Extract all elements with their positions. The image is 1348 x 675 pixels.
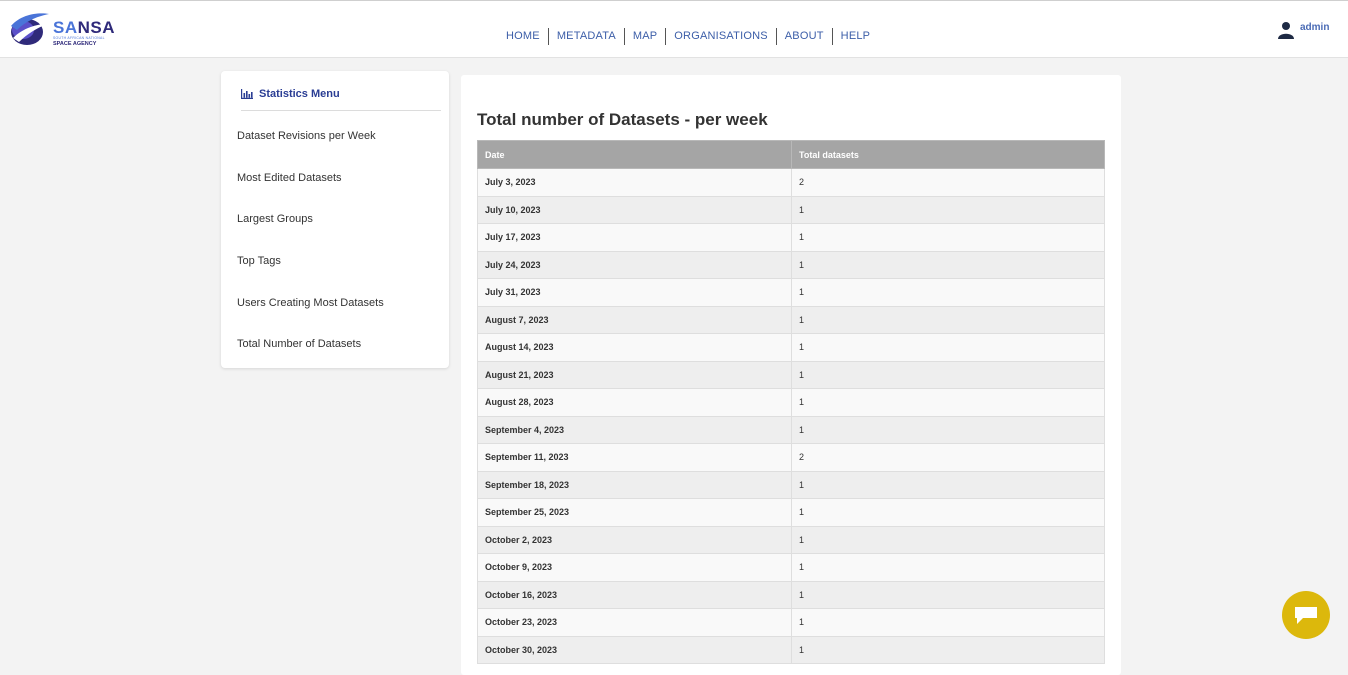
cell-total: 1 (791, 415, 1105, 444)
top-navbar: SANSA SOUTH AFRICAN NATIONAL SPACE AGENC… (0, 0, 1348, 58)
cell-date: October 9, 2023 (477, 553, 792, 582)
chat-bubble-icon (1295, 607, 1317, 624)
cell-total: 1 (791, 333, 1105, 362)
cell-total: 1 (791, 305, 1105, 334)
nav-map[interactable]: MAP (625, 27, 667, 45)
logo-wordmark: SANSA (53, 18, 116, 37)
cell-total: 2 (791, 168, 1105, 197)
table-body: July 3, 2023 2 July 10, 2023 1 July 17, 2023… (477, 168, 1105, 664)
cell-date: August 28, 2023 (477, 388, 792, 417)
cell-total: 1 (791, 195, 1105, 224)
table-row: August 14, 2023 1 (477, 333, 1105, 362)
cell-date: July 17, 2023 (477, 223, 792, 252)
cell-total: 1 (791, 498, 1105, 527)
cell-date: September 25, 2023 (477, 498, 792, 527)
table-row: August 21, 2023 1 (477, 360, 1105, 389)
cell-total: 1 (791, 608, 1105, 637)
statistics-menu: Statistics Menu Dataset Revisions per We… (221, 71, 449, 368)
cell-total: 1 (791, 553, 1105, 582)
cell-total: 1 (791, 525, 1105, 554)
main-nav: HOME METADATA MAP ORGANISATIONS ABOUT HE… (498, 27, 878, 45)
table-row: October 16, 2023 1 (477, 580, 1105, 609)
menu-item-dataset-revisions[interactable]: Dataset Revisions per Week (237, 130, 376, 142)
sansa-swoosh-icon (11, 13, 49, 45)
table-row: August 28, 2023 1 (477, 388, 1105, 417)
cell-date: October 16, 2023 (477, 580, 792, 609)
datasets-table: Date Total datasets July 3, 2023 2 July 10… (477, 140, 1105, 664)
table-row: July 24, 2023 1 (477, 250, 1105, 279)
cell-date: September 18, 2023 (477, 470, 792, 499)
nav-help[interactable]: HELP (833, 28, 879, 45)
nav-home[interactable]: HOME (498, 27, 549, 45)
user-icon (1278, 22, 1294, 39)
table-row: October 30, 2023 1 (477, 635, 1105, 664)
cell-total: 1 (791, 360, 1105, 389)
cell-date: July 10, 2023 (477, 195, 792, 224)
nav-metadata[interactable]: METADATA (549, 27, 625, 45)
table-row: October 2, 2023 1 (477, 525, 1105, 554)
nav-about[interactable]: ABOUT (777, 27, 833, 45)
cell-date: August 7, 2023 (477, 305, 792, 334)
cell-total: 1 (791, 580, 1105, 609)
cell-total: 1 (791, 635, 1105, 664)
table-row: September 25, 2023 1 (477, 498, 1105, 527)
cell-date: July 3, 2023 (477, 168, 792, 197)
table-row: July 31, 2023 1 (477, 278, 1105, 307)
main-content: Total number of Datasets - per week Date… (461, 75, 1121, 675)
menu-item-largest-groups[interactable]: Largest Groups (237, 213, 313, 225)
cell-date: August 14, 2023 (477, 333, 792, 362)
menu-item-users-creating[interactable]: Users Creating Most Datasets (237, 297, 384, 309)
cell-date: October 2, 2023 (477, 525, 792, 554)
logo-subtitle: SOUTH AFRICAN NATIONAL (53, 36, 105, 40)
cell-total: 1 (791, 388, 1105, 417)
column-header-total: Total datasets (791, 140, 1105, 169)
menu-item-most-edited[interactable]: Most Edited Datasets (237, 172, 342, 184)
cell-total: 1 (791, 250, 1105, 279)
cell-date: October 30, 2023 (477, 635, 792, 664)
cell-date: July 24, 2023 (477, 250, 792, 279)
table-row: September 18, 2023 1 (477, 470, 1105, 499)
table-row: July 3, 2023 2 (477, 168, 1105, 197)
page-title: Total number of Datasets - per week (477, 110, 768, 129)
table-row: October 9, 2023 1 (477, 553, 1105, 582)
user-name[interactable]: admin (1300, 22, 1329, 33)
cell-total: 1 (791, 223, 1105, 252)
statistics-menu-title: Statistics Menu (259, 88, 340, 100)
cell-total: 1 (791, 278, 1105, 307)
table-row: September 11, 2023 2 (477, 443, 1105, 472)
cell-total: 1 (791, 470, 1105, 499)
cell-total: 2 (791, 443, 1105, 472)
table-row: September 4, 2023 1 (477, 415, 1105, 444)
menu-item-top-tags[interactable]: Top Tags (237, 255, 281, 267)
table-row: October 23, 2023 1 (477, 608, 1105, 637)
user-menu[interactable]: admin (1278, 21, 1329, 39)
cell-date: October 23, 2023 (477, 608, 792, 637)
menu-item-total-datasets[interactable]: Total Number of Datasets (237, 338, 361, 350)
logo-agency: SPACE AGENCY (53, 41, 97, 47)
table-row: July 17, 2023 1 (477, 223, 1105, 252)
cell-date: September 11, 2023 (477, 443, 792, 472)
bar-chart-icon (241, 89, 253, 99)
statistics-menu-header: Statistics Menu (241, 88, 441, 111)
chat-button[interactable] (1282, 591, 1330, 639)
table-header-row: Date Total datasets (477, 140, 1105, 169)
nav-organisations[interactable]: ORGANISATIONS (666, 27, 777, 45)
table-row: July 10, 2023 1 (477, 195, 1105, 224)
cell-date: September 4, 2023 (477, 415, 792, 444)
sansa-logo[interactable]: SANSA SOUTH AFRICAN NATIONAL SPACE AGENC… (9, 10, 115, 50)
cell-date: July 31, 2023 (477, 278, 792, 307)
column-header-date: Date (477, 140, 792, 169)
cell-date: August 21, 2023 (477, 360, 792, 389)
table-row: August 7, 2023 1 (477, 305, 1105, 334)
